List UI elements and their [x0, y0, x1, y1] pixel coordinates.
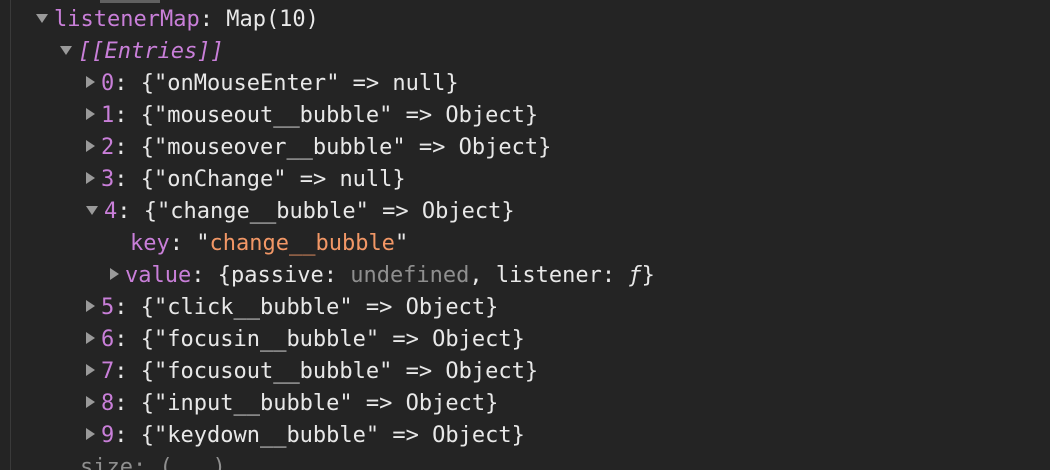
passive-value: undefined	[350, 263, 470, 288]
entry-value: Object	[421, 199, 502, 224]
entry-row[interactable]: 9: {"keydown__bubble" => Object}	[86, 420, 525, 452]
entry-key-row: key: "change__bubble"	[130, 231, 409, 256]
entry-value: Object	[432, 327, 512, 352]
entry-row[interactable]: 0: {"onMouseEnter" => null}	[86, 68, 459, 100]
entry-row[interactable]: 3: {"onChange" => null}	[86, 164, 406, 196]
passive-label: passive	[230, 263, 324, 288]
size-label: size	[80, 455, 133, 470]
expand-triangle-down-icon[interactable]	[86, 205, 98, 215]
entry-key: input__bubble	[167, 391, 340, 416]
key-label: key	[130, 231, 170, 256]
key-value: change__bubble	[209, 231, 395, 256]
entry-row[interactable]: 2: {"mouseover__bubble" => Object}	[86, 132, 551, 164]
entry-row-expanded[interactable]: 4: {"change__bubble" => Object}	[86, 196, 515, 228]
entry-row[interactable]: 7: {"focusout__bubble" => Object}	[86, 356, 538, 388]
expand-triangle-right-icon[interactable]	[86, 300, 95, 312]
entry-value-row[interactable]: value: {passive: undefined, listener: ƒ}	[110, 260, 655, 292]
entry-index: 5	[101, 295, 115, 320]
entry-row[interactable]: 5: {"click__bubble" => Object}	[86, 292, 498, 324]
value-label: value	[125, 263, 192, 288]
expand-triangle-right-icon[interactable]	[86, 172, 95, 184]
size-row[interactable]: size: (...)	[80, 452, 226, 470]
entry-index: 6	[101, 327, 115, 352]
entry-value: Object	[405, 295, 486, 320]
entry-key: mouseout__bubble	[167, 103, 380, 128]
entry-value: Object	[445, 359, 525, 384]
listener-label: listener	[495, 263, 602, 288]
expand-triangle-down-icon[interactable]	[36, 13, 48, 23]
entries-label: [[Entries]]	[78, 39, 224, 64]
entry-row[interactable]: 6: {"focusin__bubble" => Object}	[86, 324, 525, 356]
entry-value: Object	[445, 103, 525, 128]
size-value[interactable]: (...)	[159, 455, 225, 470]
entry-index: 7	[101, 359, 115, 384]
entry-index: 2	[101, 135, 115, 160]
expand-triangle-right-icon[interactable]	[86, 332, 95, 344]
listener-map-type: Map(10)	[226, 7, 319, 32]
entry-index: 8	[101, 391, 115, 416]
entries-row[interactable]: [[Entries]]	[60, 36, 224, 68]
entry-index: 0	[101, 71, 115, 96]
gutter-divider	[10, 0, 11, 470]
entry-row[interactable]: 8: {"input__bubble" => Object}	[86, 388, 498, 420]
entry-key: click__bubble	[167, 295, 340, 320]
entry-value: Object	[458, 135, 539, 160]
entry-value: Object	[432, 423, 512, 448]
devtools-console: listenerMap: Map(10) [[Entries]] 0: {"on…	[0, 0, 1050, 470]
expand-triangle-right-icon[interactable]	[110, 268, 119, 280]
expand-triangle-right-icon[interactable]	[86, 140, 95, 152]
entry-value: null	[392, 71, 446, 96]
expand-triangle-right-icon[interactable]	[86, 396, 95, 408]
expand-triangle-right-icon[interactable]	[86, 108, 95, 120]
expand-triangle-right-icon[interactable]	[86, 76, 95, 88]
entry-key: mouseover__bubble	[167, 135, 393, 160]
entry-key: keydown__bubble	[167, 423, 366, 448]
expand-triangle-down-icon[interactable]	[60, 45, 72, 55]
entry-row[interactable]: 1: {"mouseout__bubble" => Object}	[86, 100, 538, 132]
entry-key: focusin__bubble	[167, 327, 366, 352]
entry-key: change__bubble	[170, 199, 356, 224]
expand-triangle-right-icon[interactable]	[86, 364, 95, 376]
expand-triangle-right-icon[interactable]	[86, 428, 95, 440]
entry-key: focusout__bubble	[167, 359, 380, 384]
listener-map-name: listenerMap	[54, 7, 200, 32]
entry-key: onChange	[167, 167, 274, 192]
entry-key: onMouseEnter	[167, 71, 327, 96]
listener-map-row[interactable]: listenerMap: Map(10)	[36, 4, 319, 36]
entry-index: 3	[101, 167, 115, 192]
listener-function-icon: ƒ	[628, 263, 642, 288]
entry-index: 4	[104, 199, 118, 224]
entry-index: 1	[101, 103, 115, 128]
entry-value: null	[339, 167, 393, 192]
clipped-previous-row	[100, 0, 160, 3]
entry-index: 9	[101, 423, 115, 448]
entry-value: Object	[405, 391, 486, 416]
